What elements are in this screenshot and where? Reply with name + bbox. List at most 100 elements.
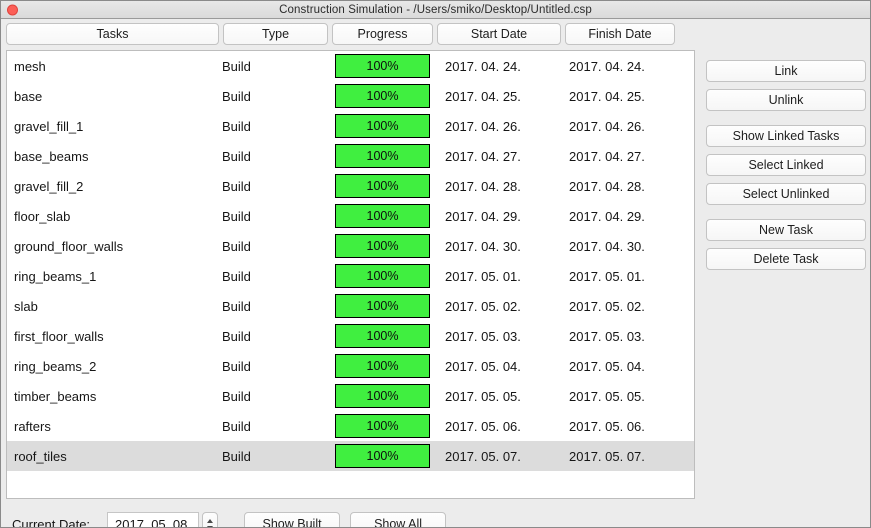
task-name-cell: gravel_fill_2: [14, 178, 84, 194]
task-type-cell: Build: [222, 118, 251, 134]
column-header-type[interactable]: Type: [223, 23, 328, 45]
task-name-cell: roof_tiles: [14, 448, 67, 464]
select-unlinked-button[interactable]: Select Unlinked: [706, 183, 866, 205]
chevron-up-icon[interactable]: [207, 518, 214, 523]
task-start-date-cell: 2017. 05. 02.: [445, 298, 521, 314]
table-row[interactable]: mesh Build 100% 2017. 04. 24. 2017. 04. 24.: [7, 51, 694, 81]
task-type-cell: Build: [222, 298, 251, 314]
task-start-date-cell: 2017. 05. 03.: [445, 328, 521, 344]
task-start-date-cell: 2017. 05. 01.: [445, 268, 521, 284]
task-progress-cell: 100%: [335, 294, 445, 318]
task-finish-date-cell: 2017. 05. 02.: [569, 298, 645, 314]
progress-bar: 100%: [335, 144, 430, 168]
new-task-button[interactable]: New Task: [706, 219, 866, 241]
current-date-label: Current Date:: [12, 516, 91, 528]
task-finish-date-cell: 2017. 05. 03.: [569, 328, 645, 344]
column-header-progress[interactable]: Progress: [332, 23, 433, 45]
show-linked-tasks-button[interactable]: Show Linked Tasks: [706, 125, 866, 147]
task-finish-date-cell: 2017. 04. 27.: [569, 148, 645, 164]
unlink-button[interactable]: Unlink: [706, 89, 866, 111]
task-progress-cell: 100%: [335, 144, 445, 168]
column-header-row: Tasks Type Progress Start Date Finish Da…: [6, 23, 675, 45]
task-name-cell: base: [14, 88, 43, 104]
task-progress-cell: 100%: [335, 264, 445, 288]
table-row[interactable]: ring_beams_1 Build 100% 2017. 05. 01. 2017. …: [7, 261, 694, 291]
task-name-cell: slab: [14, 298, 38, 314]
task-type-cell: Build: [222, 88, 251, 104]
task-progress-cell: 100%: [335, 114, 445, 138]
close-icon[interactable]: [7, 4, 18, 15]
task-progress-cell: 100%: [335, 84, 445, 108]
task-start-date-cell: 2017. 05. 07.: [445, 448, 521, 464]
task-type-cell: Build: [222, 358, 251, 374]
side-button-panel: Link Unlink Show Linked Tasks Select Linked…: [706, 60, 866, 277]
link-button[interactable]: Link: [706, 60, 866, 82]
task-table: mesh Build 100% 2017. 04. 24. 2017. 04. 24. b…: [6, 50, 695, 499]
task-name-cell: base_beams: [14, 148, 89, 164]
task-progress-cell: 100%: [335, 54, 445, 78]
table-row[interactable]: ground_floor_walls Build 100% 2017. 04. 30.…: [7, 231, 694, 261]
progress-bar: 100%: [335, 174, 430, 198]
column-header-finish-date[interactable]: Finish Date: [565, 23, 675, 45]
show-built-button[interactable]: Show Built: [244, 512, 341, 527]
task-finish-date-cell: 2017. 05. 01.: [569, 268, 645, 284]
task-name-cell: gravel_fill_1: [14, 118, 84, 134]
task-progress-cell: 100%: [335, 444, 445, 468]
show-all-button[interactable]: Show All: [350, 512, 447, 527]
task-type-cell: Build: [222, 268, 251, 284]
progress-bar: 100%: [335, 444, 430, 468]
task-type-cell: Build: [222, 178, 251, 194]
table-row[interactable]: gravel_fill_2 Build 100% 2017. 04. 28. 2017.…: [7, 171, 694, 201]
task-finish-date-cell: 2017. 04. 25.: [569, 88, 645, 104]
task-row-list: mesh Build 100% 2017. 04. 24. 2017. 04. 24. b…: [7, 51, 694, 471]
progress-bar: 100%: [335, 324, 430, 348]
table-row[interactable]: rafters Build 100% 2017. 05. 06. 2017. 05. 0…: [7, 411, 694, 441]
table-row[interactable]: first_floor_walls Build 100% 2017. 05. 03. 2…: [7, 321, 694, 351]
task-type-cell: Build: [222, 448, 251, 464]
column-header-tasks[interactable]: Tasks: [6, 23, 219, 45]
current-date-stepper[interactable]: 2017. 05. 08.: [107, 512, 219, 527]
task-name-cell: ring_beams_2: [14, 358, 97, 374]
task-type-cell: Build: [222, 418, 251, 434]
table-row[interactable]: slab Build 100% 2017. 05. 02. 2017. 05. 02.: [7, 291, 694, 321]
table-row[interactable]: gravel_fill_1 Build 100% 2017. 04. 26. 2017.…: [7, 111, 694, 141]
progress-bar: 100%: [335, 384, 430, 408]
task-finish-date-cell: 2017. 04. 28.: [569, 178, 645, 194]
progress-bar: 100%: [335, 294, 430, 318]
task-type-cell: Build: [222, 328, 251, 344]
table-row[interactable]: base_beams Build 100% 2017. 04. 27. 2017. 04…: [7, 141, 694, 171]
table-row[interactable]: timber_beams Build 100% 2017. 05. 05. 2017. …: [7, 381, 694, 411]
task-type-cell: Build: [222, 208, 251, 224]
bottom-toolbar: Current Date: 2017. 05. 08. Show Built S…: [1, 507, 870, 528]
stepper-arrows[interactable]: [202, 512, 219, 527]
delete-task-button[interactable]: Delete Task: [706, 248, 866, 270]
task-finish-date-cell: 2017. 05. 04.: [569, 358, 645, 374]
current-date-input[interactable]: 2017. 05. 08.: [107, 512, 200, 527]
task-name-cell: ring_beams_1: [14, 268, 97, 284]
table-row[interactable]: ring_beams_2 Build 100% 2017. 05. 04. 2017. …: [7, 351, 694, 381]
task-type-cell: Build: [222, 238, 251, 254]
progress-bar: 100%: [335, 204, 430, 228]
column-header-start-date[interactable]: Start Date: [437, 23, 561, 45]
task-progress-cell: 100%: [335, 384, 445, 408]
table-row[interactable]: roof_tiles Build 100% 2017. 05. 07. 2017. 05…: [7, 441, 694, 471]
table-row[interactable]: floor_slab Build 100% 2017. 04. 29. 2017. 04…: [7, 201, 694, 231]
progress-bar: 100%: [335, 54, 430, 78]
table-row[interactable]: base Build 100% 2017. 04. 25. 2017. 04. 25.: [7, 81, 694, 111]
task-name-cell: ground_floor_walls: [14, 238, 124, 254]
task-progress-cell: 100%: [335, 414, 445, 438]
task-type-cell: Build: [222, 148, 251, 164]
task-finish-date-cell: 2017. 04. 24.: [569, 58, 645, 74]
progress-bar: 100%: [335, 234, 430, 258]
progress-bar: 100%: [335, 84, 430, 108]
task-finish-date-cell: 2017. 05. 06.: [569, 418, 645, 434]
task-progress-cell: 100%: [335, 204, 445, 228]
task-start-date-cell: 2017. 04. 24.: [445, 58, 521, 74]
task-start-date-cell: 2017. 04. 26.: [445, 118, 521, 134]
progress-bar: 100%: [335, 414, 430, 438]
task-name-cell: rafters: [14, 418, 51, 434]
select-linked-button[interactable]: Select Linked: [706, 154, 866, 176]
task-progress-cell: 100%: [335, 174, 445, 198]
task-start-date-cell: 2017. 04. 27.: [445, 148, 521, 164]
task-type-cell: Build: [222, 388, 251, 404]
